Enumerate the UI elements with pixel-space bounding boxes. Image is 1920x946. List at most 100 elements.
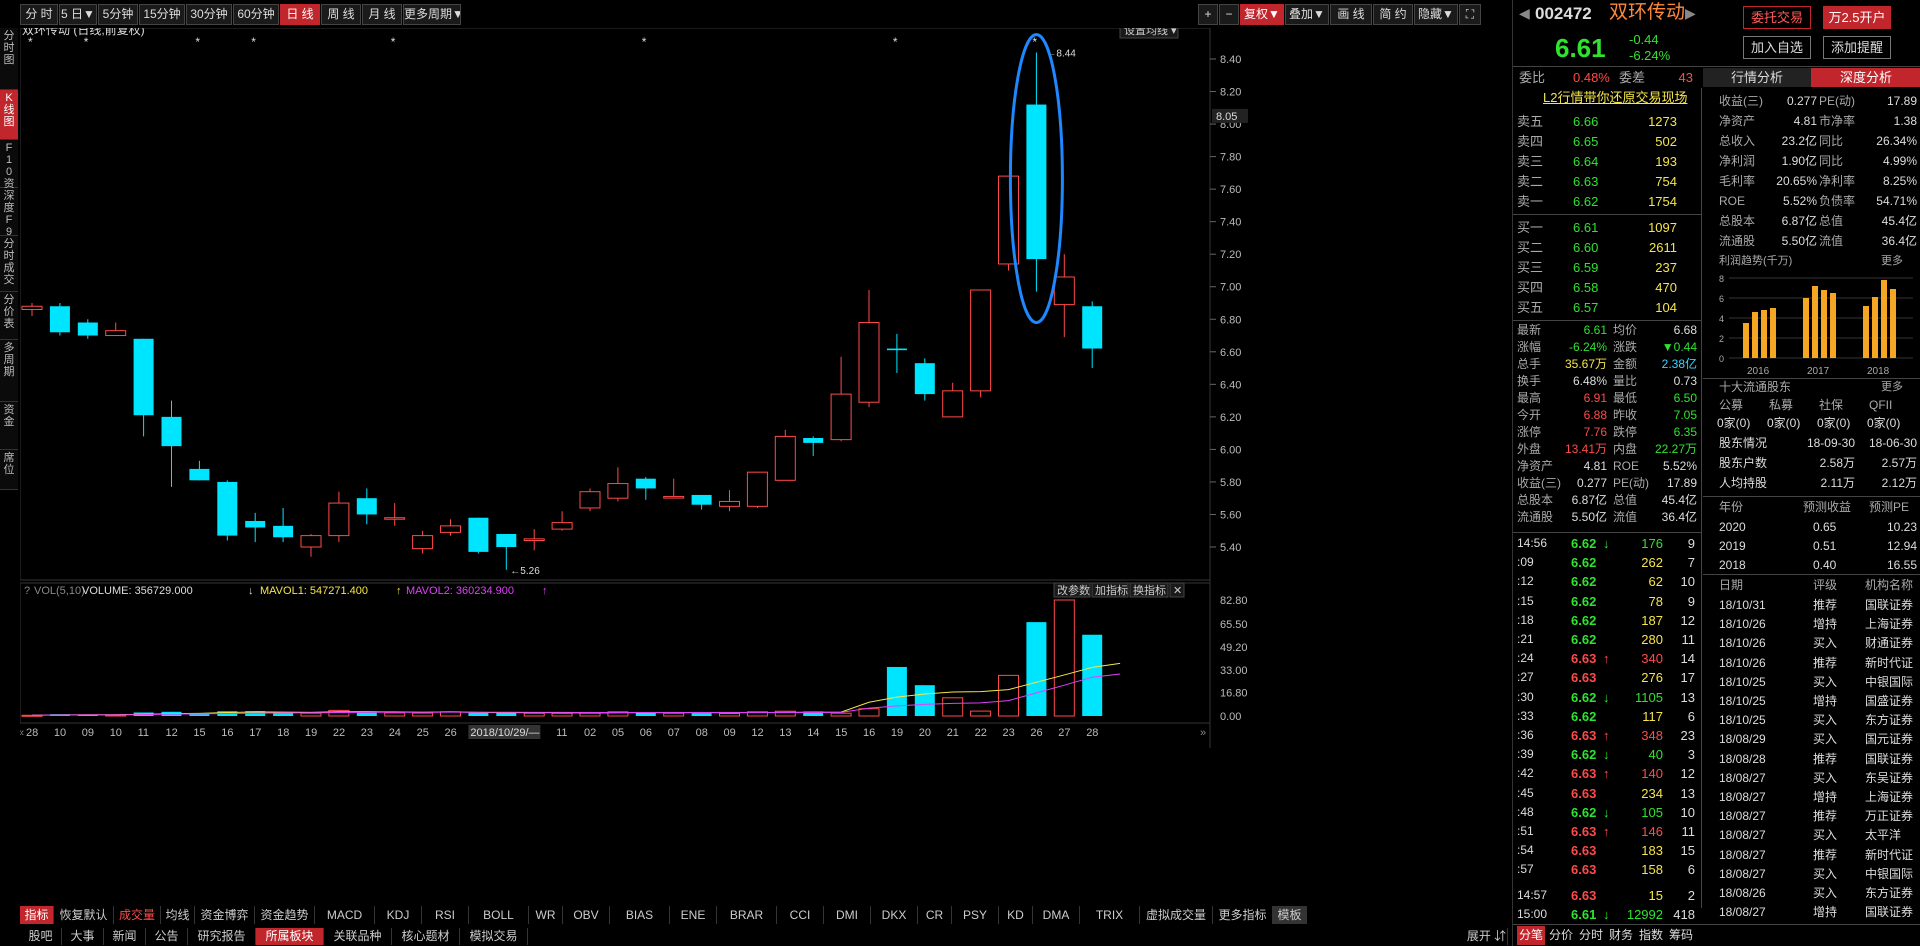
tab-market-analysis[interactable]: 行情分析: [1703, 68, 1811, 87]
indicator-tab-19[interactable]: PSY: [952, 906, 999, 924]
indicator-tab-20[interactable]: KD: [999, 906, 1033, 924]
left-tab-4[interactable]: 分时成交: [0, 236, 18, 292]
toolbar-right-button-3[interactable]: 叠加▼: [1285, 4, 1329, 25]
indicator-tab-10[interactable]: WR: [529, 906, 563, 924]
indicator-tab-3[interactable]: 均线: [161, 906, 195, 924]
info-tab-3[interactable]: 公告: [146, 928, 188, 945]
period-button-2[interactable]: 5分钟: [98, 4, 138, 25]
left-tab-0[interactable]: 分时图: [0, 28, 18, 90]
indicator-tab-18[interactable]: CR: [918, 906, 952, 924]
prev-stock-icon[interactable]: ◀: [1519, 4, 1530, 23]
toolbar-right-button-1[interactable]: −: [1219, 4, 1239, 25]
indicator-tab-15[interactable]: CCI: [777, 906, 824, 924]
indicator-tab-14[interactable]: BRAR: [717, 906, 777, 924]
rating-row-1-c0: 18/10/26: [1719, 617, 1766, 632]
left-tab-5[interactable]: 分价表: [0, 292, 18, 340]
l2-banner-link[interactable]: L2行情带你还原交易现场: [1543, 88, 1687, 107]
indicator-tab-1[interactable]: 恢复默认: [54, 906, 114, 924]
indicator-tab-25[interactable]: 模板: [1273, 906, 1307, 924]
indicator-tab-7[interactable]: KDJ: [375, 906, 422, 924]
left-tab-8[interactable]: 席位: [0, 450, 18, 490]
holder-val-0: 0家(0): [1717, 416, 1751, 430]
indicator-tab-22[interactable]: TRIX: [1080, 906, 1140, 924]
rp-footer-tab-1[interactable]: 分价: [1547, 926, 1575, 945]
indicator-tab-13[interactable]: ENE: [670, 906, 717, 924]
toolbar-right-button-6[interactable]: 隐藏▼: [1414, 4, 1458, 25]
holder-row-2-c1: 2.11万: [1820, 476, 1855, 490]
info-tab-7[interactable]: 核心题材: [392, 928, 460, 945]
period-button-8[interactable]: 月 线: [362, 4, 402, 25]
info-tab-5[interactable]: 所属板块: [256, 928, 324, 945]
indicator-tab-21[interactable]: DMA: [1033, 906, 1080, 924]
info-tab-bar: 股吧 大事 新闻 公告 研究报告 所属板块 关联品种 核心题材 模拟交易 展开 ⇵: [20, 926, 1510, 946]
open-account-button[interactable]: 万2.5开户: [1823, 6, 1891, 29]
period-button-5[interactable]: 60分钟: [233, 4, 279, 25]
indicator-tab-9[interactable]: BOLL: [469, 906, 529, 924]
rp-footer-tab-0[interactable]: 分笔: [1517, 926, 1545, 945]
indicator-tab-8[interactable]: RSI: [422, 906, 469, 924]
tab-deep-analysis[interactable]: 深度分析: [1811, 68, 1920, 87]
toolbar-right-button-7[interactable]: ⛶: [1459, 4, 1481, 25]
rating-row-14-c0: 18/08/27: [1719, 866, 1766, 881]
price-change: -0.44: [1629, 32, 1659, 47]
candle-body-18: [523, 538, 545, 541]
buy-row-0-c2: 1097: [1648, 220, 1677, 235]
left-tab-2[interactable]: F10资料: [0, 140, 18, 202]
info-tab-6[interactable]: 关联品种: [324, 928, 392, 945]
period-button-3[interactable]: 15分钟: [139, 4, 185, 25]
indicator-tab-17[interactable]: DKX: [871, 906, 918, 924]
info-tab-1[interactable]: 大事: [62, 928, 104, 945]
period-button-6[interactable]: 日 线: [280, 4, 320, 25]
rating-row-6-c2: 东方证券: [1865, 713, 1914, 728]
indicator-tab-6[interactable]: MACD: [315, 906, 375, 924]
price-tick-label-15: 5.40: [1220, 542, 1241, 554]
next-stock-icon[interactable]: ▶: [1685, 4, 1696, 23]
tick-row-1-c3: 262: [1641, 555, 1663, 571]
left-tab-6[interactable]: 多周期: [0, 340, 18, 402]
period-button-9[interactable]: 更多周期▼: [403, 4, 461, 25]
period-button-7[interactable]: 周 线: [321, 4, 361, 25]
rp-footer-tab-4[interactable]: 指数: [1637, 926, 1665, 945]
chart-area[interactable]: 双环传动 (日线,前复权) 设置均线 ▾ 8.40 8.20 8.00 7.80 7.60 7…: [18, 22, 1510, 908]
left-tab-3[interactable]: 深度F9: [0, 188, 18, 238]
trade-button[interactable]: 委托交易: [1743, 6, 1811, 29]
kline-chart-svg[interactable]: 双环传动 (日线,前复权) 设置均线 ▾8.408.208.007.807.607…: [18, 22, 1510, 908]
period-button-4[interactable]: 30分钟: [186, 4, 232, 25]
indicator-tab-16[interactable]: DMI: [824, 906, 871, 924]
left-tab-1[interactable]: K线图: [0, 90, 18, 140]
indicator-tab-24[interactable]: 更多指标: [1213, 906, 1273, 924]
rating-row-13-c0: 18/08/27: [1719, 847, 1766, 862]
toolbar-right-button-2[interactable]: 复权▼: [1240, 4, 1284, 25]
indicator-tab-0[interactable]: 指标: [20, 906, 54, 924]
info-tab-8[interactable]: 模拟交易: [460, 928, 528, 945]
profit-more-link[interactable]: 更多: [1881, 252, 1903, 271]
quote-row-10-c3: 45.4亿: [1661, 493, 1697, 507]
quote-row-1-c0: 涨幅: [1517, 340, 1542, 354]
period-button-1[interactable]: 5 日▼: [59, 4, 97, 25]
expand-button[interactable]: 展开 ⇵: [1466, 928, 1508, 945]
toolbar-right-button-4[interactable]: 画 线: [1330, 4, 1372, 25]
indicator-tab-23[interactable]: 虚拟成交量: [1140, 906, 1213, 924]
info-tab-0[interactable]: 股吧: [20, 928, 62, 945]
indicator-tab-4[interactable]: 资金博弈: [195, 906, 255, 924]
toolbar-right-button-5[interactable]: 简 约: [1373, 4, 1413, 25]
period-button-0[interactable]: 分 时: [20, 4, 58, 25]
rp-footer-tab-3[interactable]: 财务: [1607, 926, 1635, 945]
toolbar-right-button-0[interactable]: +: [1198, 4, 1218, 25]
info-tab-4[interactable]: 研究报告: [188, 928, 256, 945]
indicator-tab-12[interactable]: BIAS: [610, 906, 670, 924]
rp-footer-tab-5[interactable]: 筹码: [1667, 926, 1695, 945]
left-tab-7[interactable]: 资金: [0, 402, 18, 450]
rp-footer-tab-2[interactable]: 分时: [1577, 926, 1605, 945]
indicator-tab-11[interactable]: OBV: [563, 906, 610, 924]
holder-row-1-c2: 2.57万: [1881, 456, 1917, 470]
add-alert-button[interactable]: 添加提醒: [1823, 36, 1891, 59]
profit-bar-1-3: [1830, 293, 1836, 358]
indicator-tab-5[interactable]: 资金趋势: [255, 906, 315, 924]
holders-more-link[interactable]: 更多: [1881, 378, 1903, 397]
quote-row-6-c3: 6.35: [1673, 425, 1697, 439]
indicator-tab-2[interactable]: 成交量: [114, 906, 161, 924]
date-label-33: 22: [975, 727, 987, 739]
info-tab-2[interactable]: 新闻: [104, 928, 146, 945]
add-watchlist-button[interactable]: 加入自选: [1743, 36, 1811, 59]
